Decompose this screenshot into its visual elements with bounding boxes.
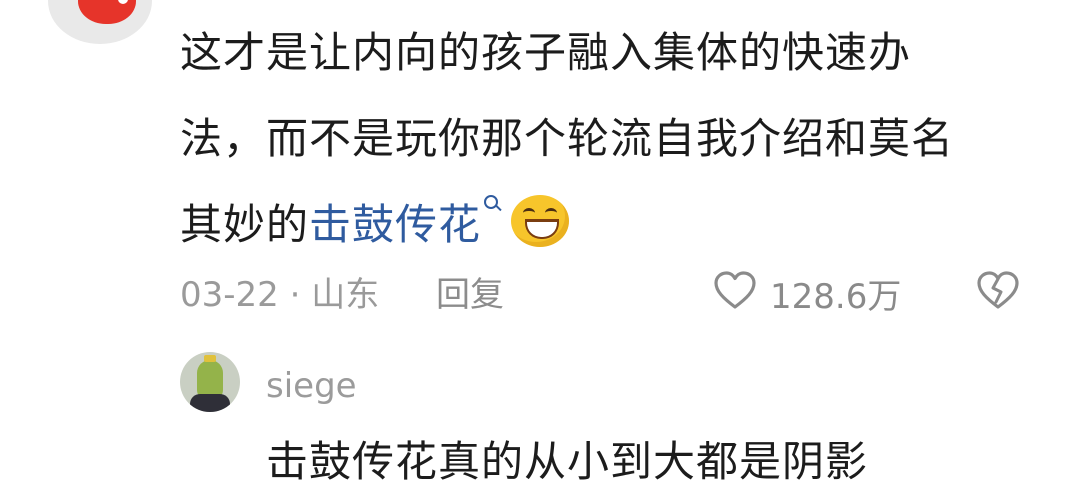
comment-line-1: 这才是让内向的孩子融入集体的快速办 <box>180 28 912 77</box>
comment-meta-row: 03-22 · 山东 回复 128.6万 <box>180 265 1040 317</box>
comment-date-location: 03-22 · 山东 <box>180 275 380 315</box>
search-link[interactable]: 击鼓传花 <box>309 200 481 249</box>
comment-line-2: 法，而不是玩你那个轮流自我介绍和莫名 <box>180 114 955 163</box>
search-icon[interactable] <box>483 195 501 219</box>
comment-body: 这才是让内向的孩子融入集体的快速办 法，而不是玩你那个轮流自我介绍和莫名 其妙的… <box>180 10 1040 268</box>
reply-username[interactable]: siege <box>266 366 357 406</box>
reply-avatar[interactable] <box>180 352 240 412</box>
emoji-right-eye <box>545 208 558 218</box>
broken-heart-icon[interactable] <box>976 271 1020 311</box>
emoji-left-eye <box>523 208 536 218</box>
comment-line-3: 其妙的击鼓传花 <box>180 182 1040 268</box>
reply-text: 击鼓传花真的从小到大都是阴影 <box>266 437 869 480</box>
avatar-crown <box>204 355 216 362</box>
comment-line-3-text: 其妙的 <box>180 200 310 249</box>
emoji-mouth <box>525 219 560 239</box>
commenter-avatar[interactable] <box>48 0 152 44</box>
avatar-suit <box>190 394 230 412</box>
grinning-face-emoji <box>511 195 570 247</box>
reply-button[interactable]: 回复 <box>436 267 504 316</box>
avatar-character <box>78 0 136 24</box>
like-count: 128.6万 <box>770 277 902 317</box>
heart-outline-icon[interactable] <box>713 271 757 311</box>
comment-thread: 这才是让内向的孩子融入集体的快速办 法，而不是玩你那个轮流自我介绍和莫名 其妙的… <box>0 0 1080 480</box>
